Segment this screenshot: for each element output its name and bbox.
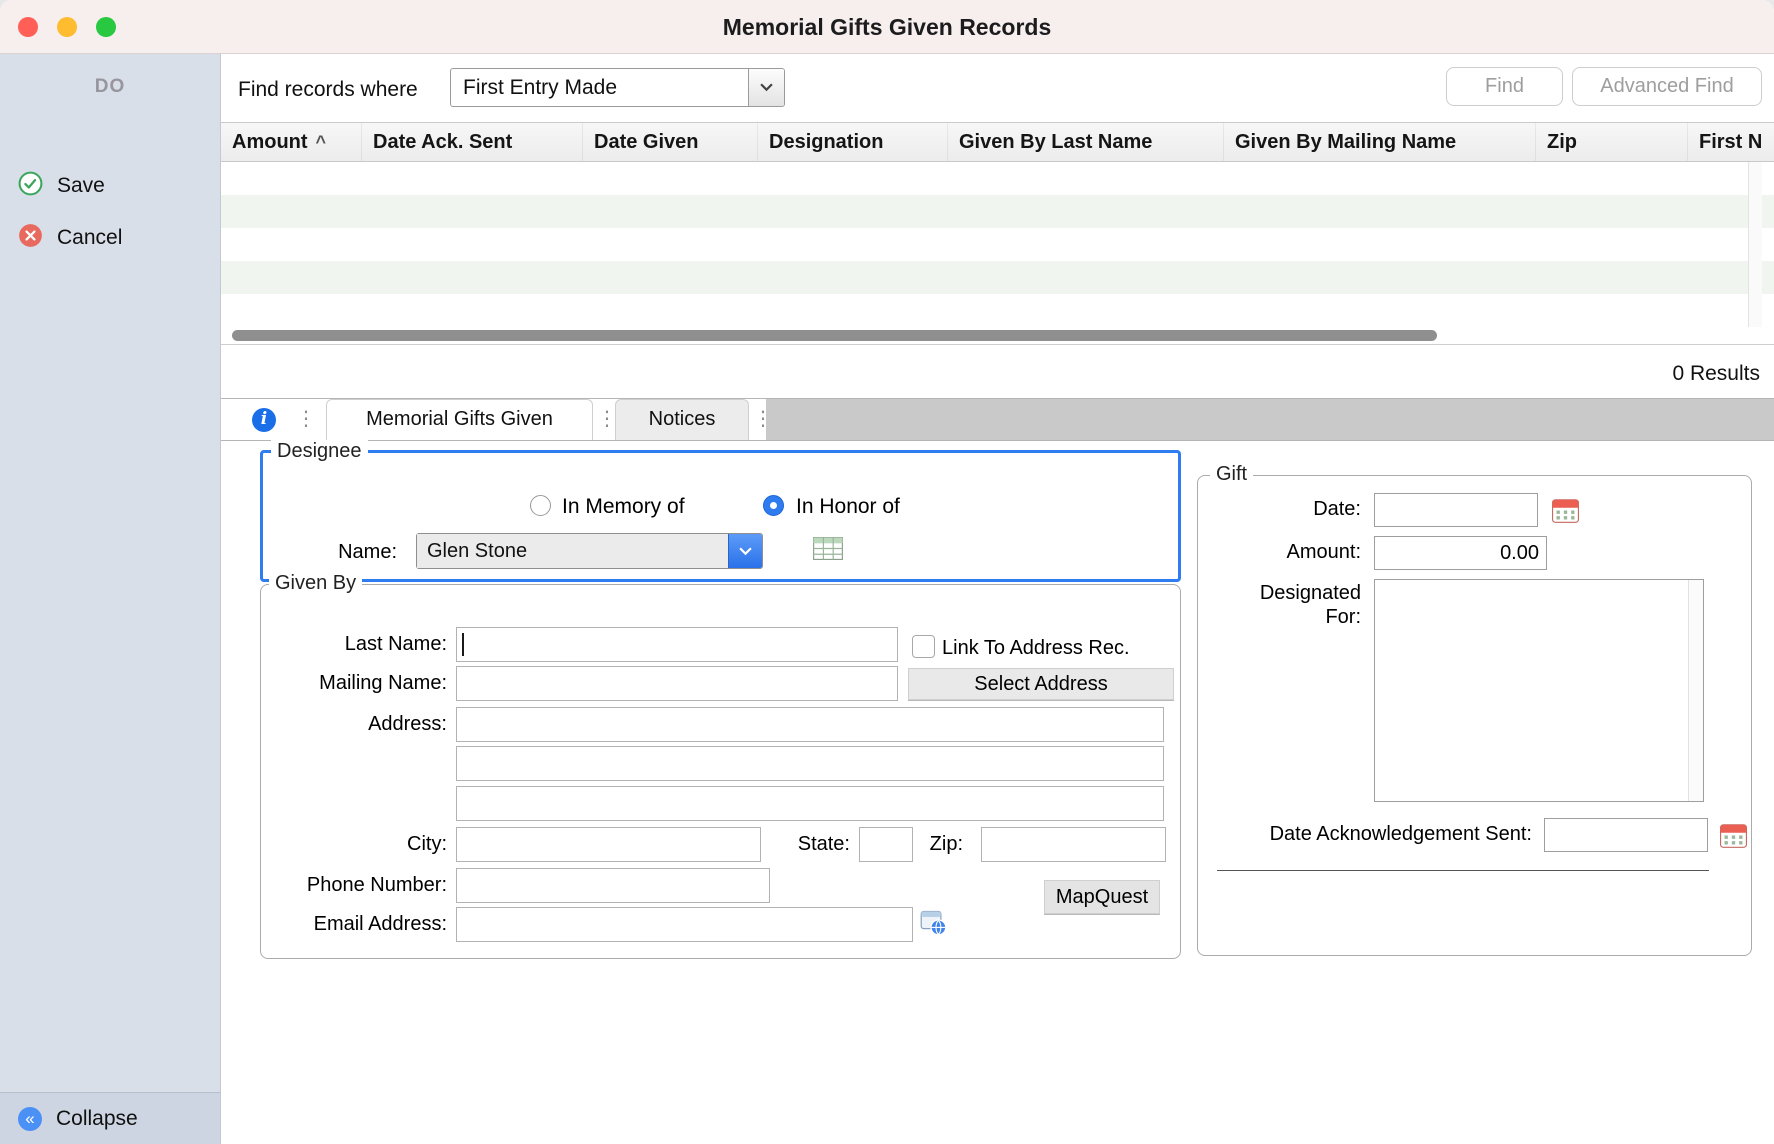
table-row[interactable] [221, 261, 1774, 294]
address-line2-input[interactable] [456, 746, 1164, 781]
designee-name-value: Glen Stone [417, 534, 728, 568]
sort-ascending-icon: ^ [316, 132, 327, 152]
link-to-address-checkbox[interactable] [912, 635, 935, 658]
column-header-designation[interactable]: Designation [758, 123, 948, 161]
collapse-label: Collapse [56, 1107, 138, 1131]
spreadsheet-icon [813, 537, 843, 565]
collapse-icon: « [18, 1107, 42, 1131]
save-button[interactable]: Save [18, 172, 105, 200]
sidebar-footer: « Collapse [0, 1092, 221, 1144]
designee-name-combobox[interactable]: Glen Stone [416, 533, 763, 569]
gift-amount-label: Amount: [1287, 541, 1361, 564]
gift-date-input[interactable] [1374, 493, 1538, 527]
find-records-where-select[interactable]: First Entry Made [450, 68, 785, 107]
link-to-address-label[interactable]: Link To Address Rec. [942, 637, 1130, 660]
phone-number-input[interactable] [456, 868, 770, 903]
gift-fieldset: Gift Date: Amount: Designated For: Date … [1197, 475, 1752, 956]
column-header-date-given[interactable]: Date Given [583, 123, 758, 161]
cancel-button[interactable]: Cancel [18, 224, 122, 252]
city-input[interactable] [456, 827, 761, 862]
city-label: City: [407, 833, 447, 856]
results-table-body [221, 162, 1774, 345]
title-bar: Memorial Gifts Given Records [0, 0, 1774, 54]
text-cursor [462, 633, 464, 656]
tab-notices[interactable]: Notices [615, 399, 749, 440]
column-header-amount[interactable]: Amount^ [221, 123, 362, 161]
sidebar-section-header: DO [0, 76, 220, 98]
tab-memorial-gifts-given[interactable]: Memorial Gifts Given [326, 399, 593, 440]
radio-in-memory-of-label[interactable]: In Memory of [562, 495, 685, 519]
app-window: Memorial Gifts Given Records DO Save Can… [0, 0, 1774, 1144]
zip-label: Zip: [930, 833, 963, 856]
column-header-given-by-last-name[interactable]: Given By Last Name [948, 123, 1224, 161]
cancel-icon [18, 223, 43, 253]
email-window-icon[interactable] [920, 909, 947, 941]
last-name-label: Last Name: [345, 633, 447, 656]
tab-separator-dots-icon: ⋮ [753, 399, 773, 440]
window-title: Memorial Gifts Given Records [0, 0, 1774, 54]
textarea-scrollbar-track [1688, 580, 1703, 801]
designee-legend: Designee [271, 440, 368, 463]
radio-in-memory-of[interactable] [530, 495, 551, 516]
address-line3-input[interactable] [456, 786, 1164, 821]
state-input[interactable] [859, 827, 913, 862]
record-info-icon[interactable]: i [252, 408, 276, 432]
mailing-name-input[interactable] [456, 666, 898, 701]
find-button[interactable]: Find [1446, 67, 1563, 106]
find-records-where-value: First Entry Made [451, 69, 748, 106]
horizontal-scrollbar-thumb[interactable] [232, 330, 1437, 341]
tab-separator-dots-icon: ⋮ [296, 399, 316, 440]
chevron-down-icon[interactable] [748, 69, 784, 106]
column-header-given-by-mailing-name[interactable]: Given By Mailing Name [1224, 123, 1536, 161]
find-records-where-label: Find records where [238, 78, 418, 102]
table-header-row: Amount^ Date Ack. Sent Date Given Design… [221, 122, 1774, 162]
cancel-label: Cancel [57, 226, 122, 250]
last-name-input[interactable] [456, 627, 898, 662]
given-by-legend: Given By [269, 572, 362, 595]
table-row[interactable] [221, 228, 1774, 261]
given-by-fieldset: Given By Last Name: Link To Address Rec.… [260, 584, 1181, 959]
email-address-label: Email Address: [314, 913, 447, 936]
mailing-name-label: Mailing Name: [319, 672, 447, 695]
calendar-icon[interactable] [1718, 821, 1748, 849]
date-ack-sent-label: Date Acknowledgement Sent: [1270, 823, 1532, 846]
gift-date-label: Date: [1313, 498, 1361, 521]
advanced-find-button[interactable]: Advanced Find [1572, 67, 1762, 106]
address-line1-input[interactable] [456, 707, 1164, 742]
sidebar: DO Save Cancel [0, 54, 221, 1092]
save-label: Save [57, 174, 105, 198]
tab-bar: i ⋮ ⋮ ⋮ Memorial Gifts Given Notices [221, 398, 1774, 441]
column-header-zip[interactable]: Zip [1536, 123, 1688, 161]
name-label: Name: [338, 541, 397, 564]
address-label: Address: [368, 713, 447, 736]
vertical-scrollbar-track[interactable] [1748, 162, 1762, 327]
table-row[interactable] [221, 195, 1774, 228]
divider [1217, 870, 1709, 871]
column-header-date-ack-sent[interactable]: Date Ack. Sent [362, 123, 583, 161]
save-icon [18, 171, 43, 201]
select-address-button[interactable]: Select Address [908, 668, 1174, 700]
designated-for-label: Designated For: [1241, 581, 1361, 629]
tab-separator-dots-icon: ⋮ [597, 399, 617, 440]
email-address-input[interactable] [456, 907, 913, 942]
gift-legend: Gift [1210, 463, 1253, 486]
zip-input[interactable] [981, 827, 1166, 862]
collapse-button[interactable]: « Collapse [18, 1105, 138, 1133]
gift-amount-input[interactable] [1374, 536, 1547, 570]
table-row[interactable] [221, 162, 1774, 195]
mapquest-button[interactable]: MapQuest [1044, 880, 1160, 914]
state-label: State: [798, 833, 850, 856]
table-row[interactable] [221, 294, 1774, 327]
column-header-first-name[interactable]: First N [1688, 123, 1774, 161]
calendar-icon[interactable] [1550, 496, 1580, 524]
designee-fieldset: Designee In Memory of In Honor of Name: … [260, 450, 1181, 582]
date-ack-sent-input[interactable] [1544, 818, 1708, 852]
radio-in-honor-of-label[interactable]: In Honor of [796, 495, 900, 519]
results-count: 0 Results [0, 362, 1760, 386]
chevron-down-icon[interactable] [728, 534, 762, 568]
designated-for-textarea[interactable] [1374, 579, 1704, 802]
radio-in-honor-of[interactable] [763, 495, 784, 516]
phone-number-label: Phone Number: [307, 874, 447, 897]
select-from-list-button[interactable] [811, 537, 845, 565]
